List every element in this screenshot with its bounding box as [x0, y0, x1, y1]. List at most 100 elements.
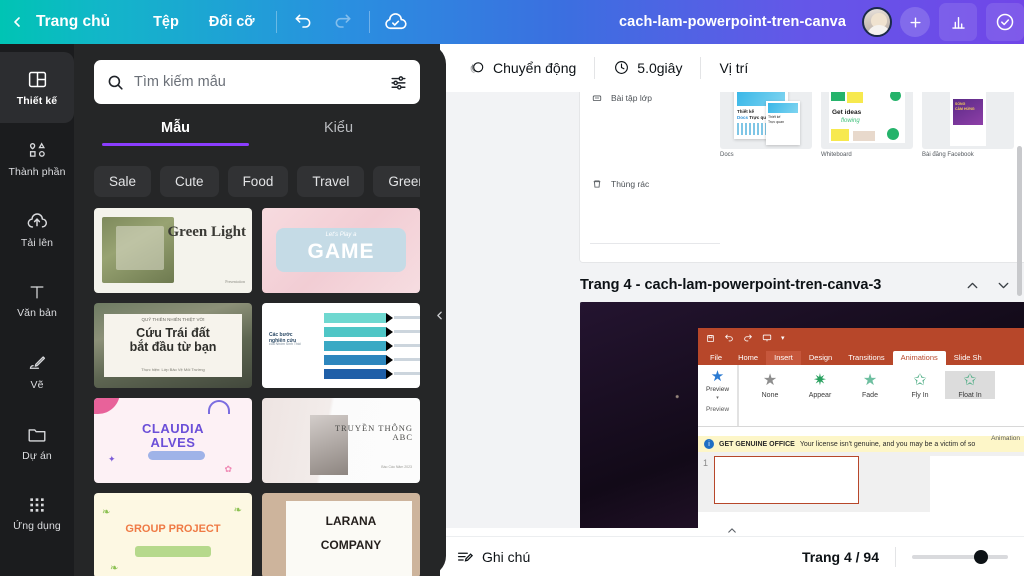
process-note: [394, 344, 420, 347]
draw-pen-icon: [29, 355, 45, 369]
ppt-tab-home[interactable]: Home: [730, 351, 766, 365]
template-card-larana-company[interactable]: LARANA COMPANY: [262, 493, 420, 576]
warning-title: GET GENUINE OFFICE: [719, 440, 795, 448]
suggestion-item[interactable]: Thiết kế Docs Trực quan Thiết kế Trực quan…: [720, 92, 812, 158]
animation-appear[interactable]: ✷ Appear: [795, 371, 845, 400]
redo-icon: [335, 14, 351, 28]
animation-fly-in[interactable]: ✩ Fly In: [895, 371, 945, 400]
animation-float-in[interactable]: ✩ Float In: [945, 371, 995, 399]
canvas-scroll-area[interactable]: Mẫu › Brand Hub › Ứng dụng ›: [440, 92, 1024, 536]
template-decor: [94, 398, 120, 414]
collapse-panel-button[interactable]: [430, 300, 448, 330]
position-button[interactable]: Vị trí: [705, 53, 762, 83]
avatar[interactable]: [862, 7, 892, 37]
resize-button[interactable]: Đổi cỡ: [194, 0, 270, 44]
sidebar-item-design[interactable]: Thiết kế: [0, 52, 74, 123]
sidebar-item-uploads[interactable]: Tải lên: [0, 194, 74, 265]
template-leaf-decor: ❧: [102, 507, 111, 518]
template-card-green-light[interactable]: Green Light Presentation: [94, 208, 252, 293]
insights-button[interactable]: [939, 3, 977, 41]
search-input[interactable]: [134, 74, 380, 90]
ppt-slide-canvas[interactable]: [930, 456, 1024, 512]
sidebar-item-apps[interactable]: Ứng dụng: [0, 478, 74, 549]
template-title: CLAUDIA ALVES: [142, 421, 204, 451]
canva-menu-item-trash[interactable]: Thùng rác: [580, 170, 720, 198]
canvas-vertical-scrollbar[interactable]: [1017, 146, 1022, 296]
template-card-cuu-trai-dat[interactable]: QUỸ THIÊN NHIÊN THIỆT VỜI Cứu Trái đất b…: [94, 303, 252, 388]
template-card-truyen-thong-abc[interactable]: TRUYỀN THÔNG ABC Báo Cáo Năm 2023: [262, 398, 420, 483]
cloud-save-button[interactable]: [376, 0, 416, 44]
ppt-tab-file[interactable]: File: [702, 351, 730, 365]
template-card-nghien-cuu[interactable]: Các bước nghiên cứu của Nhóm Sinh Thái: [262, 303, 420, 388]
undo-button[interactable]: [283, 0, 323, 44]
chevron-left-icon: [436, 311, 442, 319]
ppt-tab-design[interactable]: Design: [801, 351, 840, 365]
animation-none[interactable]: ★ None: [745, 371, 795, 400]
animate-button[interactable]: Chuyển động: [454, 52, 590, 84]
duration-button[interactable]: 5.0giây: [599, 52, 696, 83]
back-button[interactable]: [0, 0, 34, 44]
template-card-claudia-alves[interactable]: CLAUDIA ALVES ✦ ✿: [94, 398, 252, 483]
home-button[interactable]: Trang chủ: [34, 0, 138, 44]
template-subtitle: Báo Cáo Năm 2023: [381, 465, 412, 470]
animation-label: Float In: [958, 392, 982, 399]
redo-button[interactable]: [323, 0, 363, 44]
ppt-tab-insert[interactable]: Insert: [766, 351, 801, 365]
more-icon: ▾: [781, 335, 785, 342]
sidebar-item-draw[interactable]: Vẽ: [0, 336, 74, 407]
suggestion-thumb: Get ideas flowing: [821, 92, 913, 149]
notes-button[interactable]: Ghi chú: [456, 548, 530, 566]
chevron-up-icon[interactable]: [964, 277, 981, 294]
preview-star-icon: ★: [710, 368, 725, 385]
expand-pages-button[interactable]: [726, 524, 739, 540]
zoom-slider-knob[interactable]: [974, 549, 988, 564]
chip-sale[interactable]: Sale: [94, 166, 152, 197]
animation-fade[interactable]: ★ Fade: [845, 371, 895, 400]
template-card-group-project[interactable]: GROUP PROJECT ❧ ❧ ❧: [94, 493, 252, 576]
canvas-page-4[interactable]: ▾ File Home Insert Design Transitions An…: [580, 302, 1024, 536]
sidebar-item-projects[interactable]: Dự án: [0, 407, 74, 478]
chip-travel[interactable]: Travel: [297, 166, 365, 197]
zoom-slider[interactable]: [912, 549, 1008, 564]
search-box[interactable]: [94, 60, 420, 104]
plus-icon: [909, 16, 921, 28]
sidebar-label-elements: Thành phần: [8, 165, 66, 178]
chevron-down-icon[interactable]: [995, 277, 1012, 294]
redo-icon: [744, 334, 752, 342]
ppt-slide-thumbnail[interactable]: [714, 456, 859, 504]
search-icon: [108, 75, 123, 90]
ppt-tab-slideshow[interactable]: Slide Sh: [946, 351, 990, 365]
template-leaf-decor: ❧: [233, 505, 242, 516]
ppt-preview-group[interactable]: ★ Preview ▾ Preview: [698, 365, 738, 426]
sliders-filter-icon[interactable]: [389, 73, 408, 92]
add-collaborator-button[interactable]: [900, 7, 930, 37]
status-bar: Ghi chú Trang 4 / 94: [440, 528, 1024, 576]
sidebar-item-elements[interactable]: Thành phần: [0, 123, 74, 194]
suggestion-thumb: SỐNG CẢM HỨNG: [922, 92, 1014, 149]
publish-status-button[interactable]: [986, 3, 1024, 41]
preview-dropdown-icon: ▾: [716, 395, 719, 401]
document-title[interactable]: cach-lam-powerpoint-tren-canva: [619, 14, 846, 30]
template-process-bars: [324, 313, 393, 383]
chip-food[interactable]: Food: [227, 166, 289, 197]
suggestion-cards: Thiết kế Docs Trực quan Thiết kế Trực quan…: [720, 92, 1024, 158]
suggestion-label: Docs: [720, 152, 734, 158]
canvas-page-3[interactable]: Mẫu › Brand Hub › Ứng dụng ›: [580, 92, 1024, 262]
ppt-tab-animations[interactable]: Animations: [892, 351, 946, 365]
chip-green[interactable]: Green: [373, 166, 440, 197]
ppt-tab-transitions[interactable]: Transitions: [840, 351, 892, 365]
file-menu-button[interactable]: Tệp: [138, 0, 194, 44]
undo-icon: [295, 14, 311, 28]
preview-group-label: Preview: [705, 406, 730, 413]
template-flower-decor: ✿: [224, 464, 232, 474]
star-icon: ✩: [963, 372, 977, 389]
tab-styles[interactable]: Kiểu: [257, 120, 420, 146]
suggestion-item[interactable]: Get ideas flowing Whiteboard: [821, 92, 913, 158]
suggestion-item[interactable]: SỐNG CẢM HỨNG Bài đăng Facebook: [922, 92, 1014, 158]
left-rail: Thiết kế Thành phần Tải lên Văn bản Vẽ D…: [0, 44, 74, 576]
tab-templates[interactable]: Mẫu: [94, 120, 257, 146]
sidebar-item-text[interactable]: Văn bản: [0, 265, 74, 336]
canva-menu-item-classroom[interactable]: Bài tập lớp: [580, 92, 720, 112]
chip-cute[interactable]: Cute: [160, 166, 219, 197]
template-card-game[interactable]: Let's Play a GAME: [262, 208, 420, 293]
